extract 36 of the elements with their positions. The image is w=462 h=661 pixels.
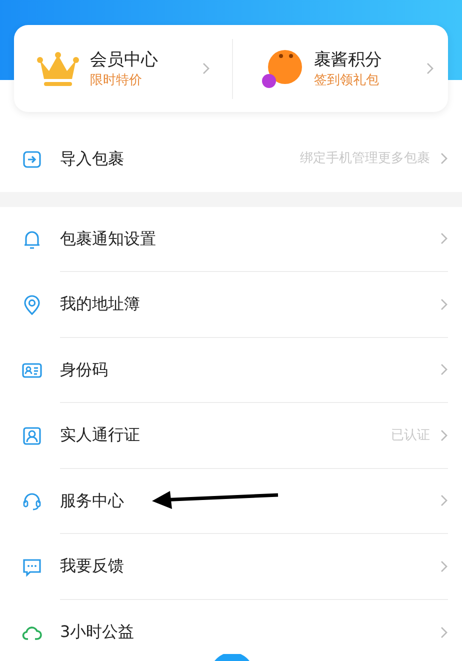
chevron-icon bbox=[426, 62, 434, 75]
ball-icon bbox=[261, 48, 303, 88]
menu-item[interactable]: 包裹通知设置 bbox=[0, 206, 462, 272]
menu-label: 包裹通知设置 bbox=[60, 228, 156, 250]
chevron-icon bbox=[440, 232, 448, 246]
bell-icon bbox=[22, 229, 42, 250]
chevron-icon bbox=[440, 626, 448, 639]
crown-icon bbox=[36, 50, 80, 86]
chevron-icon bbox=[440, 428, 448, 442]
import-icon bbox=[22, 148, 42, 169]
menu-item[interactable]: 身份码 bbox=[0, 338, 462, 403]
menu-item[interactable]: 3小时公益 bbox=[0, 600, 462, 661]
card-subtitle: 限时特价 bbox=[90, 72, 143, 90]
id-card-icon bbox=[22, 360, 42, 380]
location-pin-icon bbox=[22, 294, 42, 315]
menu-label: 实人通行证 bbox=[60, 424, 140, 446]
card-subtitle: 签到领礼包 bbox=[314, 72, 380, 90]
menu-label: 导入包裹 bbox=[60, 148, 124, 170]
card-title: 会员中心 bbox=[90, 48, 159, 72]
menu-label: 我的地址簿 bbox=[60, 293, 140, 316]
card-title: 裹酱积分 bbox=[314, 48, 383, 72]
chevron-icon bbox=[440, 152, 448, 166]
chat-bubble-icon bbox=[22, 556, 42, 577]
headset-icon bbox=[22, 491, 42, 512]
chevron-icon bbox=[440, 363, 448, 376]
chevron-icon bbox=[440, 298, 448, 311]
person-icon bbox=[22, 426, 42, 446]
menu-item[interactable]: 我要反馈 bbox=[0, 534, 462, 600]
chevron-icon bbox=[440, 560, 448, 573]
chevron-icon bbox=[440, 494, 448, 508]
chevron-icon bbox=[202, 62, 210, 75]
menu-label: 身份码 bbox=[60, 358, 108, 381]
menu-label: 3小时公益 bbox=[60, 621, 134, 644]
menu-item[interactable]: 我的地址簿 bbox=[0, 272, 462, 338]
menu-label: 我要反馈 bbox=[60, 555, 124, 578]
menu-label: 服务中心 bbox=[60, 490, 124, 512]
